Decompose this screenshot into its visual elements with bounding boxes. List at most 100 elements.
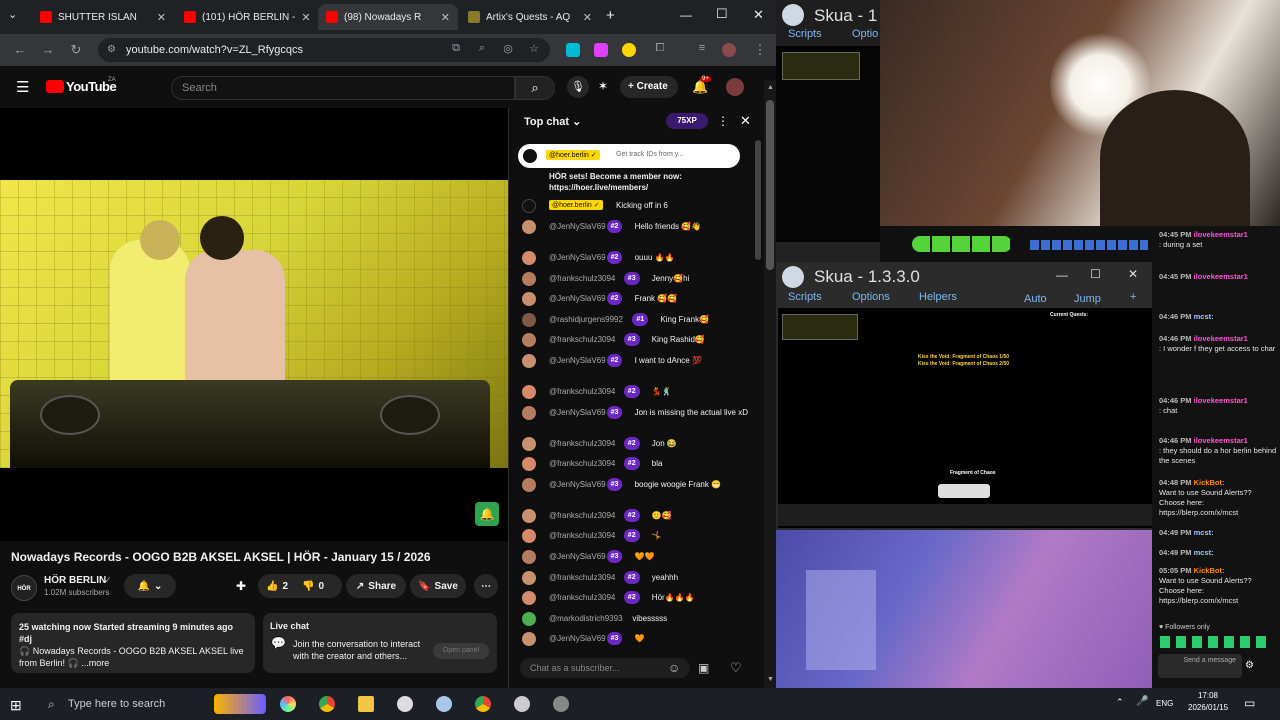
maximize-icon[interactable]: ☐ (716, 6, 728, 22)
tab-artix-quests[interactable]: Artix's Quests - AQ ✕ (460, 4, 600, 30)
heart-icon[interactable]: ♡ (730, 660, 742, 676)
menu-kebab-icon[interactable]: ⋮ (752, 42, 768, 58)
settings-cog-icon[interactable]: ✶ (598, 79, 608, 93)
forward-icon[interactable]: → (40, 42, 56, 57)
options-menu[interactable]: Options (852, 291, 890, 303)
channel-avatar[interactable]: HÖR (11, 575, 37, 601)
extension-icon[interactable] (594, 43, 608, 57)
tab-search-icon[interactable]: ⌄ (8, 8, 17, 21)
tab-nowadays[interactable]: (98) Nowadays R ✕ (318, 4, 458, 30)
username[interactable]: mcst: (1194, 528, 1214, 537)
skua-taskbar-icon[interactable] (514, 696, 530, 712)
chrome-icon[interactable] (319, 696, 335, 712)
minimize-icon[interactable]: — (1056, 268, 1068, 282)
media-control-icon[interactable]: ≡ (694, 42, 710, 54)
microphone-icon[interactable]: 🎙 (567, 76, 589, 98)
like-dislike-button[interactable]: 👍 2 👎 0 (258, 574, 342, 598)
clock[interactable]: 17:08 2026/01/15 (1188, 690, 1228, 714)
obs-icon[interactable] (397, 696, 413, 712)
options-menu[interactable]: Optio (852, 28, 878, 40)
profile-avatar[interactable] (722, 43, 736, 57)
settings-icon[interactable]: ⚙ (1245, 660, 1254, 671)
thumbs-up-icon[interactable]: 👍 (266, 581, 278, 592)
search-input[interactable]: Search (171, 76, 515, 100)
plus-icon[interactable]: + (1130, 291, 1136, 303)
snipping-tool-icon[interactable] (436, 696, 452, 712)
bookmark-star-icon[interactable]: ☆ (526, 42, 542, 55)
new-tab-icon[interactable]: + (606, 7, 615, 24)
video-frame[interactable] (0, 180, 508, 468)
mic-tray-icon[interactable]: 🎤 (1136, 696, 1148, 707)
tab-hor-berlin[interactable]: (101) HÖR BERLIN - ✕ (176, 4, 318, 30)
open-panel-button[interactable]: Open panel (433, 643, 489, 659)
more-actions-button[interactable]: ⋯ (474, 574, 498, 598)
top-chat-selector[interactable]: Top chat ⌄ (524, 115, 581, 128)
close-tab-icon[interactable]: ✕ (583, 11, 592, 24)
minimize-icon[interactable]: — (680, 8, 692, 22)
chat-scroll-thumb[interactable] (755, 140, 761, 260)
author-avatar[interactable] (522, 611, 536, 626)
username[interactable]: ilovekeemstar1 (1194, 230, 1248, 239)
reload-icon[interactable]: ↻ (68, 42, 84, 58)
close-tab-icon[interactable]: ✕ (441, 11, 450, 24)
page-scrollbar[interactable]: ▲ ▼ (764, 80, 776, 688)
author-name[interactable]: @JenNySlaV69 (549, 408, 606, 418)
author-avatar[interactable] (522, 271, 536, 286)
settings-icon[interactable] (553, 696, 569, 712)
username[interactable]: mcst: (1194, 312, 1214, 321)
author-name[interactable]: @frankschulz3094 (549, 531, 615, 541)
menu-icons[interactable] (1030, 240, 1148, 250)
channel-name[interactable]: HÖR BERLIN (44, 575, 106, 586)
helpers-menu[interactable]: Helpers (919, 291, 957, 303)
author-name[interactable]: @frankschulz3094 (549, 573, 615, 583)
install-icon[interactable]: ⧉ (448, 42, 464, 55)
send-message-input[interactable]: Send a message (1158, 654, 1242, 678)
create-button[interactable]: + Create (620, 76, 678, 98)
scripts-menu[interactable]: Scripts (788, 28, 822, 40)
extension-icon[interactable] (566, 43, 580, 57)
thumbs-down-icon[interactable]: 👎 (302, 581, 314, 592)
username[interactable]: ilovekeemstar1 (1194, 334, 1248, 343)
author-avatar[interactable] (522, 477, 536, 492)
hamburger-menu-icon[interactable]: ☰ (16, 78, 29, 96)
scripts-menu[interactable]: Scripts (788, 291, 822, 303)
scroll-thumb[interactable] (766, 100, 774, 270)
language-indicator[interactable]: ENG (1156, 699, 1173, 708)
author-avatar[interactable] (522, 354, 536, 368)
author-name[interactable]: @frankschulz3094 (549, 335, 615, 345)
description-box[interactable]: 25 watching now Started streaming 9 minu… (11, 613, 255, 673)
notification-center-icon[interactable]: ▭ (1244, 696, 1255, 710)
author-name[interactable]: @frankschulz3094 (549, 511, 615, 521)
game-view[interactable]: Current Quests: Kiss the Void: Fragment … (778, 308, 1152, 528)
back-icon[interactable]: ← (12, 42, 28, 57)
username[interactable]: KickBot: (1194, 566, 1225, 575)
author-name[interactable]: @JenNySlaV69 (549, 356, 606, 366)
auto-button[interactable]: Auto (1024, 293, 1047, 305)
account-avatar[interactable] (726, 78, 744, 96)
xp-badge[interactable]: 75XP (666, 113, 708, 129)
emote-row[interactable] (1160, 636, 1272, 648)
author-name[interactable]: @JenNySlaV69 (549, 634, 606, 644)
scroll-up-icon[interactable]: ▲ (767, 84, 774, 91)
thanks-icon[interactable]: ✚ (236, 579, 246, 593)
author-avatar[interactable] (522, 570, 536, 585)
close-window-icon[interactable]: ✕ (1128, 267, 1138, 281)
author-name[interactable]: @frankschulz3094 (549, 274, 615, 284)
puzzle-icon[interactable]: ⧠ (652, 42, 668, 55)
chrome-active-icon[interactable] (475, 696, 491, 712)
author-name[interactable]: @frankschulz3094 (549, 593, 615, 603)
close-chat-icon[interactable]: ✕ (740, 113, 751, 129)
scroll-down-icon[interactable]: ▼ (767, 676, 774, 683)
file-explorer-icon[interactable] (358, 696, 374, 712)
pinned-banner[interactable]: @hoer.berlin ✓ Get track IDs from y... (518, 144, 740, 168)
zoom-icon[interactable]: ⌕ (474, 42, 490, 55)
author-name[interactable]: @frankschulz3094 (549, 439, 615, 449)
save-button[interactable]: 🔖 Save (410, 574, 466, 598)
author-name[interactable]: @markodistrich9393 (549, 614, 622, 624)
extension-icon[interactable] (622, 43, 636, 57)
close-tab-icon[interactable]: ✕ (301, 11, 310, 24)
start-windows-icon[interactable]: ⊞ (10, 697, 22, 714)
site-info-icon[interactable]: ⚙ (107, 38, 116, 62)
author-avatar[interactable] (522, 251, 536, 265)
tray-chevron-icon[interactable]: ⌃ (1116, 697, 1124, 708)
